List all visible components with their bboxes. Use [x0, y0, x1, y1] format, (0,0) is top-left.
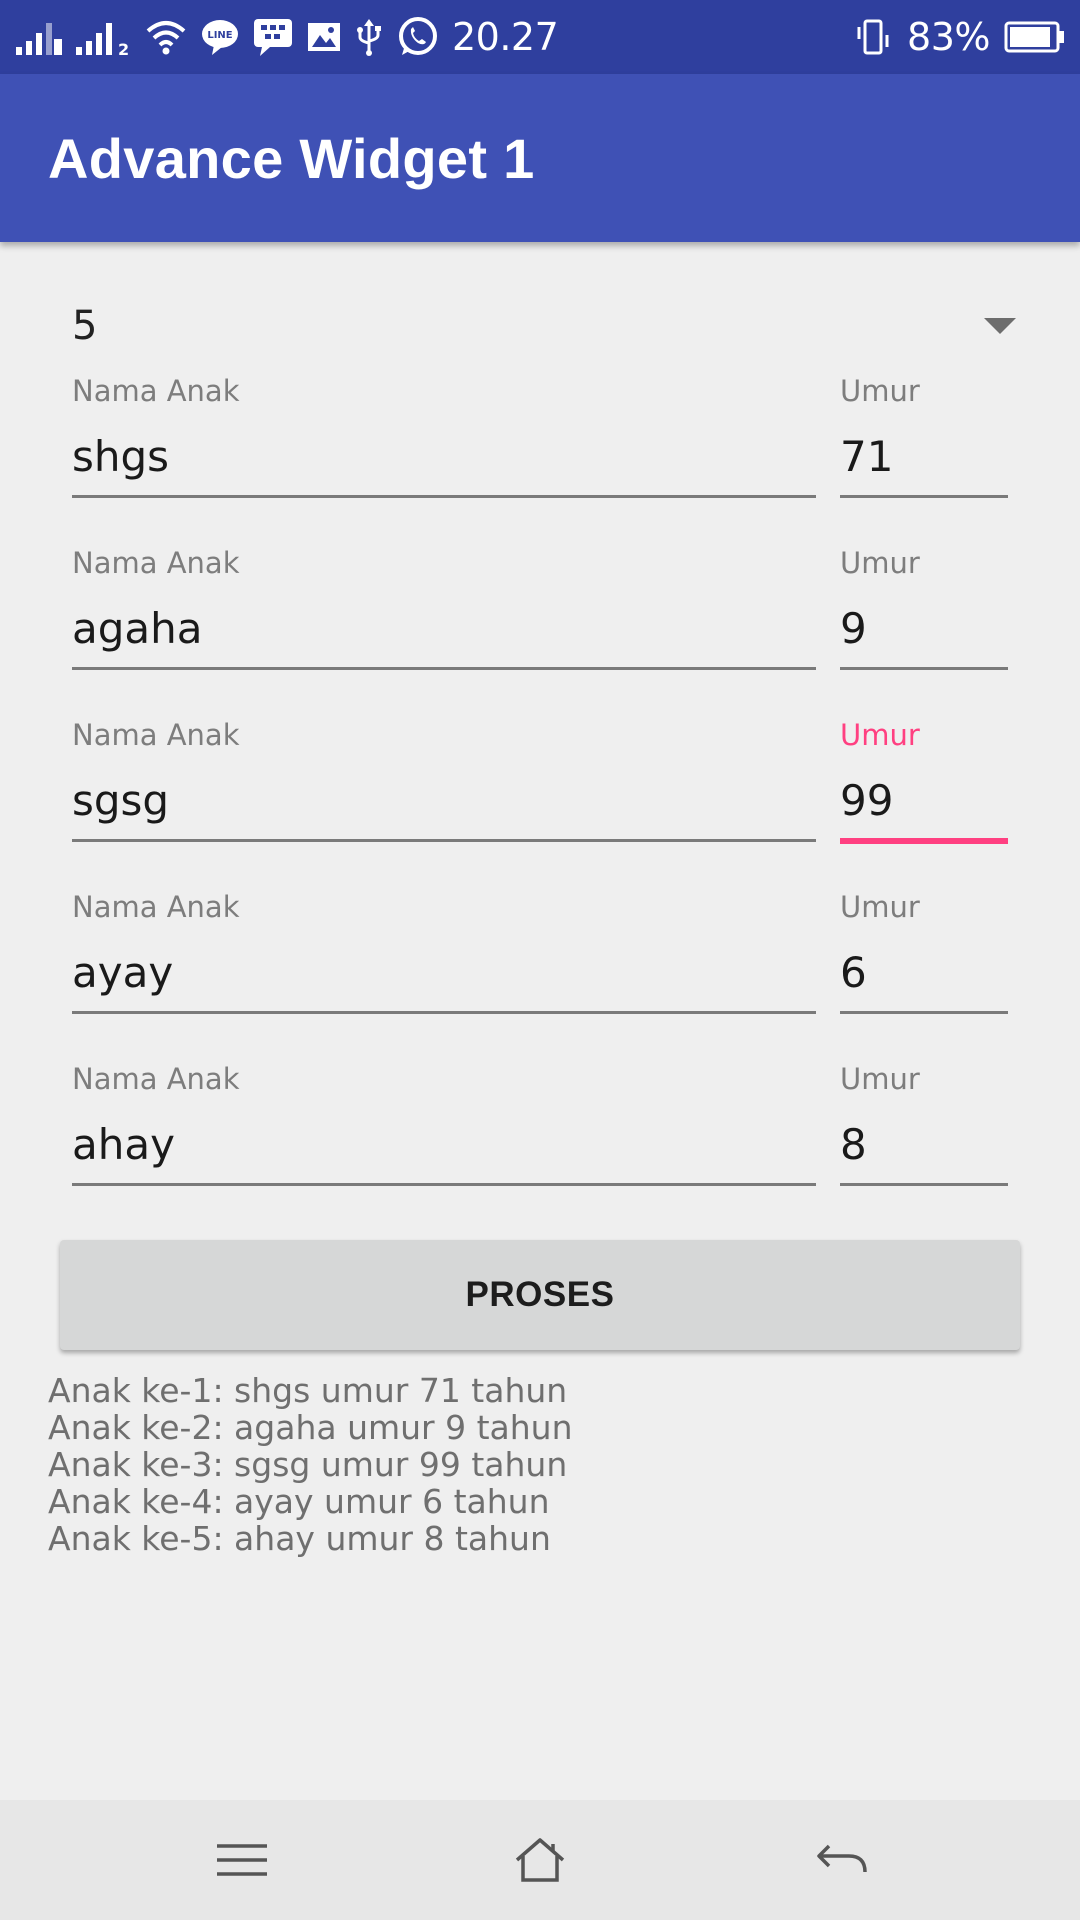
child-form-list: Nama Anak shgs Umur 71 Nama Anak agaha U…	[72, 366, 1008, 1226]
child-age-field[interactable]: Umur 8	[840, 1054, 1008, 1186]
back-icon[interactable]	[812, 1830, 872, 1890]
input-underline	[72, 495, 816, 498]
svg-text:2: 2	[118, 40, 129, 57]
child-name-label: Nama Anak	[72, 1062, 240, 1096]
vibrate-icon	[853, 17, 893, 57]
child-age-input[interactable]: 6	[840, 948, 867, 997]
child-name-label: Nama Anak	[72, 374, 240, 408]
input-underline	[840, 667, 1008, 670]
child-age-field-focused[interactable]: Umur 99	[840, 710, 1008, 844]
child-name-field[interactable]: Nama Anak ayay	[72, 882, 816, 1014]
result-line: Anak ke-1: shgs umur 71 tahun	[48, 1371, 568, 1410]
signal-icon: 2	[74, 17, 132, 57]
child-name-input[interactable]: sgsg	[72, 776, 169, 825]
line-app-icon: LINE	[200, 17, 240, 57]
child-age-field[interactable]: Umur 71	[840, 366, 1008, 498]
battery-percent: 83%	[907, 15, 990, 59]
child-age-input[interactable]: 8	[840, 1120, 867, 1169]
app-bar: Advance Widget 1	[0, 74, 1080, 242]
child-name-label: Nama Anak	[72, 546, 240, 580]
proses-button[interactable]: PROSES	[60, 1240, 1020, 1350]
result-line: Anak ke-5: ahay umur 8 tahun	[48, 1519, 551, 1558]
child-name-input[interactable]: ayay	[72, 948, 173, 997]
input-underline	[840, 1183, 1008, 1186]
child-name-input[interactable]: shgs	[72, 432, 169, 481]
battery-icon	[1004, 19, 1066, 55]
whatsapp-icon	[396, 15, 440, 59]
child-age-input[interactable]: 99	[840, 776, 893, 825]
count-spinner[interactable]: 5	[72, 296, 1020, 356]
child-name-field[interactable]: Nama Anak sgsg	[72, 710, 816, 842]
status-left-icons: 2 LINE 20.27	[14, 0, 559, 74]
child-age-field[interactable]: Umur 6	[840, 882, 1008, 1014]
input-underline	[72, 667, 816, 670]
child-age-label: Umur	[840, 718, 920, 752]
child-form-row: Nama Anak ahay Umur 8	[72, 1054, 1008, 1226]
input-underline	[72, 839, 816, 842]
navigation-bar	[0, 1800, 1080, 1920]
child-age-label: Umur	[840, 374, 920, 408]
input-underline	[840, 1011, 1008, 1014]
child-form-row: Nama Anak sgsg Umur 99	[72, 710, 1008, 882]
child-age-label: Umur	[840, 1062, 920, 1096]
child-name-label: Nama Anak	[72, 718, 240, 752]
usb-icon	[354, 17, 384, 57]
status-right-icons: 83%	[853, 0, 1066, 74]
menu-icon[interactable]	[212, 1830, 272, 1890]
child-age-label: Umur	[840, 546, 920, 580]
spinner-selected-value: 5	[72, 303, 98, 349]
child-form-row: Nama Anak shgs Umur 71	[72, 366, 1008, 538]
child-age-label: Umur	[840, 890, 920, 924]
wifi-icon	[144, 17, 188, 57]
result-line: Anak ke-2: agaha umur 9 tahun	[48, 1408, 573, 1447]
gallery-icon	[306, 17, 342, 57]
signal-icon	[14, 17, 62, 57]
result-output: Anak ke-1: shgs umur 71 tahun Anak ke-2:…	[48, 1372, 573, 1557]
svg-text:LINE: LINE	[207, 30, 232, 41]
status-bar: 2 LINE 20.27 83%	[0, 0, 1080, 74]
child-form-row: Nama Anak ayay Umur 6	[72, 882, 1008, 1054]
child-form-row: Nama Anak agaha Umur 9	[72, 538, 1008, 710]
app-title: Advance Widget 1	[48, 126, 535, 190]
input-underline	[72, 1011, 816, 1014]
child-age-input[interactable]: 9	[840, 604, 867, 653]
child-name-input[interactable]: agaha	[72, 604, 203, 653]
child-age-field[interactable]: Umur 9	[840, 538, 1008, 670]
result-line: Anak ke-3: sgsg umur 99 tahun	[48, 1445, 568, 1484]
dropdown-arrow-icon[interactable]	[984, 318, 1016, 334]
child-name-label: Nama Anak	[72, 890, 240, 924]
result-line: Anak ke-4: ayay umur 6 tahun	[48, 1482, 550, 1521]
bbm-icon	[252, 17, 294, 57]
child-name-field[interactable]: Nama Anak shgs	[72, 366, 816, 498]
input-underline	[72, 1183, 816, 1186]
input-underline-focused	[840, 838, 1008, 844]
home-icon[interactable]	[510, 1830, 570, 1890]
child-name-input[interactable]: ahay	[72, 1120, 175, 1169]
child-name-field[interactable]: Nama Anak agaha	[72, 538, 816, 670]
input-underline	[840, 495, 1008, 498]
child-age-input[interactable]: 71	[840, 432, 893, 481]
child-name-field[interactable]: Nama Anak ahay	[72, 1054, 816, 1186]
clock: 20.27	[452, 15, 559, 59]
proses-button-label: PROSES	[465, 1275, 615, 1314]
